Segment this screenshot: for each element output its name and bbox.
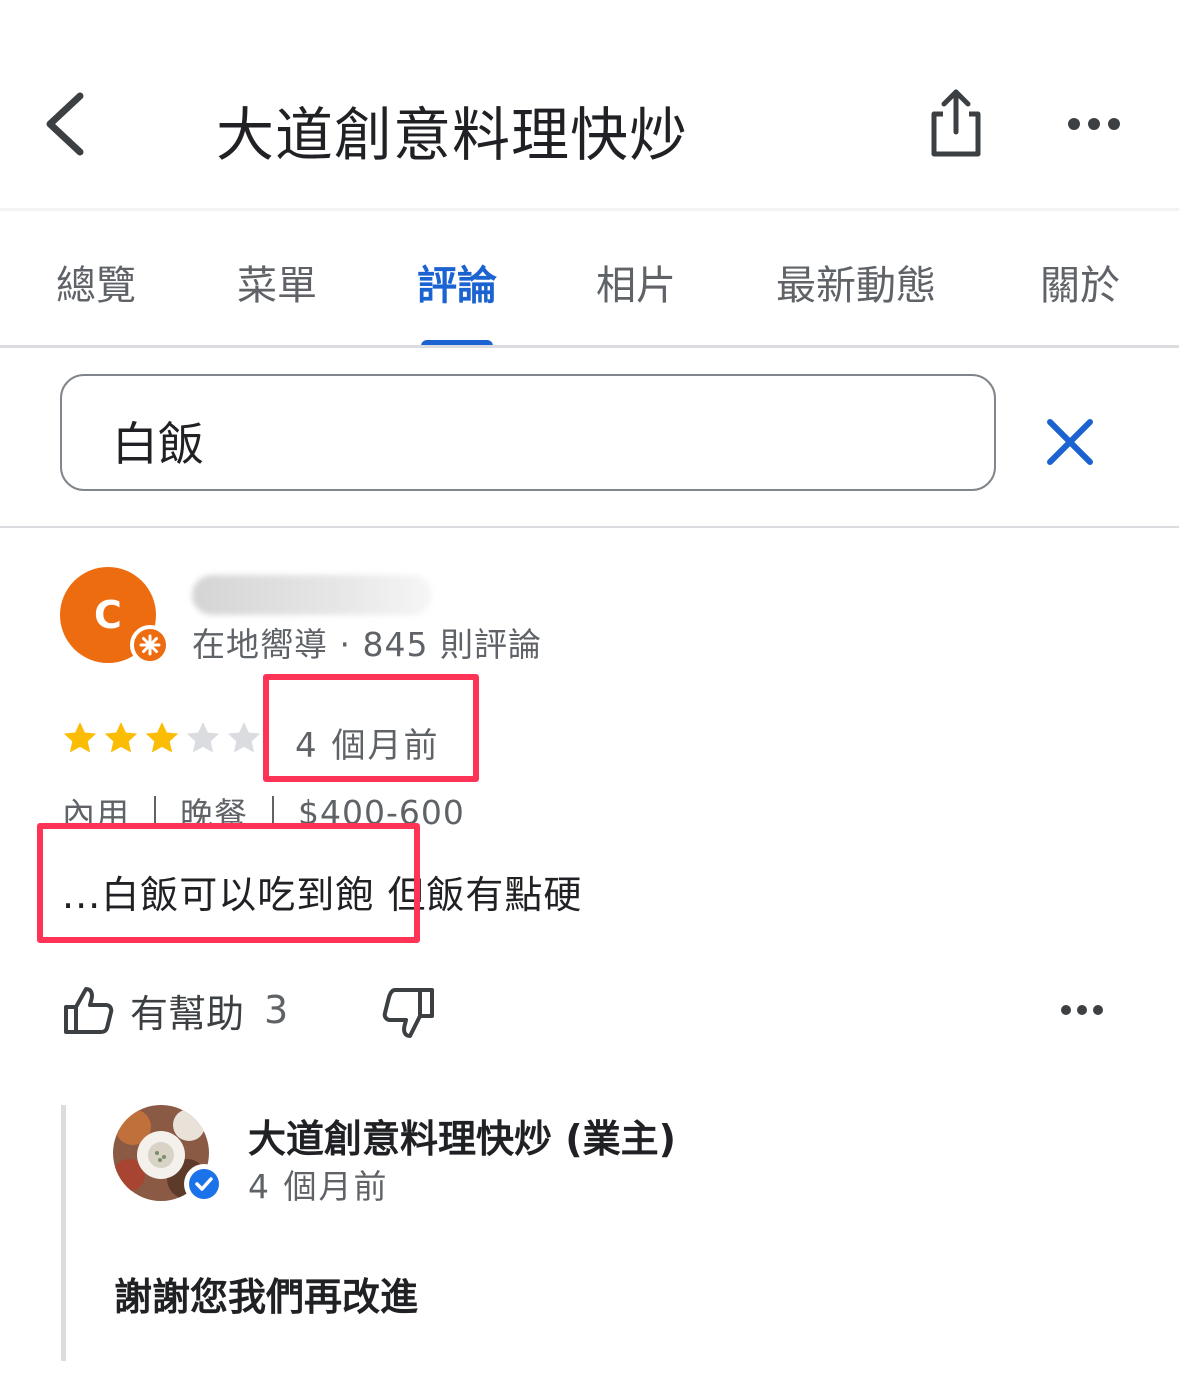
verified-badge: [184, 1164, 224, 1204]
highlight-box-text: [37, 823, 420, 943]
owner-reply-text: 謝謝您我們再改進: [114, 1275, 419, 1319]
helpful-count: 3: [264, 988, 289, 1032]
close-icon: [1047, 419, 1093, 465]
highlight-box-time: [263, 674, 479, 782]
app-header: 大道創意料理快炒: [0, 0, 1179, 208]
search-divider: [0, 526, 1179, 528]
star-filled-icon: [145, 722, 179, 753]
tab-reviews[interactable]: 評論: [417, 253, 497, 311]
thumbs-down-icon: [382, 988, 434, 1038]
star-filled-icon: [63, 722, 97, 753]
place-title: 大道創意料理快炒: [216, 101, 689, 169]
helpful-label: 有幫助: [130, 991, 245, 1036]
star-empty-icon: [227, 722, 261, 753]
owner-reply-time: 4 個月前: [248, 1167, 389, 1206]
back-button[interactable]: [36, 84, 106, 164]
tab-photos[interactable]: 相片: [596, 253, 676, 311]
owner-reply-bar: [61, 1105, 66, 1361]
tab-overview[interactable]: 總覽: [56, 253, 136, 311]
more-horizontal-icon: [1061, 1005, 1103, 1015]
more-horizontal-icon: [1068, 118, 1120, 130]
more-options-button[interactable]: [1060, 100, 1130, 150]
clear-search-button[interactable]: [1038, 410, 1102, 474]
star-empty-icon: [186, 722, 220, 753]
verified-check-icon: [189, 1169, 219, 1199]
owner-name[interactable]: 大道創意料理快炒 (業主): [248, 1108, 676, 1163]
tab-about[interactable]: 關於: [1040, 253, 1120, 311]
not-helpful-button[interactable]: [378, 982, 438, 1042]
tab-updates[interactable]: 最新動態: [776, 253, 936, 311]
review-search-input[interactable]: 白飯: [60, 374, 996, 491]
local-guide-badge: [130, 625, 170, 665]
tabs-divider: [0, 345, 1179, 348]
search-query: 白飯: [112, 417, 204, 471]
chevron-left-icon: [46, 92, 84, 156]
star-rating: [60, 718, 264, 758]
thumbs-up-icon: [64, 987, 114, 1034]
tab-bar: 總覽 菜單 評論 相片 最新動態 關於: [0, 211, 1179, 348]
star-filled-icon: [104, 722, 138, 753]
tab-menu[interactable]: 菜單: [237, 253, 317, 311]
reviewer-meta: 在地嚮導 · 845 則評論: [192, 625, 542, 664]
local-guide-icon: [139, 634, 161, 656]
reviewer-name-blurred[interactable]: [192, 575, 432, 615]
review-more-options-button[interactable]: [1050, 990, 1114, 1030]
share-icon: [931, 89, 981, 157]
helpful-button[interactable]: 有幫助 3: [62, 980, 288, 1040]
share-button[interactable]: [920, 84, 990, 164]
